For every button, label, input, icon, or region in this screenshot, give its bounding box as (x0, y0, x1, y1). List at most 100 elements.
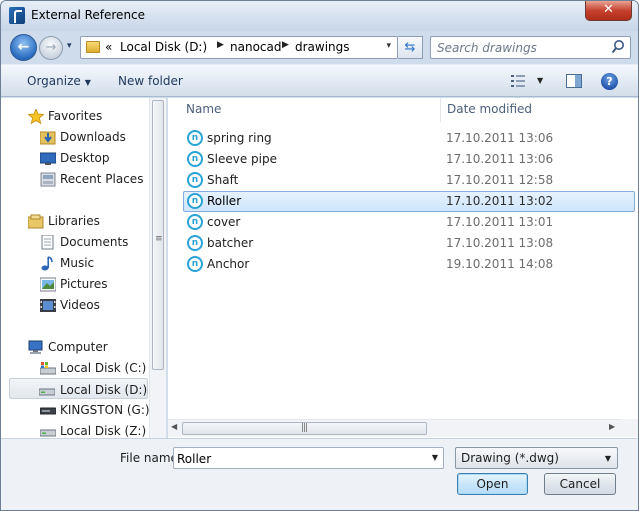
sidebar-item-videos[interactable]: Videos (40, 295, 145, 316)
chevron-down-icon: ▼ (604, 454, 611, 463)
view-details-icon[interactable] (511, 75, 525, 87)
file-date: 17.10.2011 13:06 (446, 131, 554, 145)
file-name: Sleeve pipe (207, 152, 277, 166)
sidebar-item-local-disk-d[interactable]: Local Disk (D:) (9, 378, 148, 399)
sidebar-item-label: Music (60, 256, 95, 270)
sidebar-item-pictures[interactable]: Pictures (40, 274, 145, 295)
file-row-selected[interactable]: n Roller 17.10.2011 13:02 (183, 191, 635, 212)
close-button[interactable]: ✕ (585, 1, 632, 21)
address-bar[interactable]: « Local Disk (D:) ▶ nanocad ▶ drawings ▾ (80, 36, 398, 59)
usb-drive-icon (40, 407, 56, 415)
star-icon (28, 109, 44, 124)
organize-label: Organize (27, 74, 81, 88)
file-name: Anchor (207, 257, 250, 271)
forward-button[interactable]: → (39, 36, 63, 60)
external-reference-dialog: External Reference ✕ ← → ▾ « Local Disk … (0, 0, 639, 511)
sidebar-item-label: Pictures (60, 277, 108, 291)
file-row[interactable]: n cover 17.10.2011 13:01 (183, 212, 635, 233)
scroll-grip-icon: ≡ (155, 234, 163, 244)
window-title: External Reference (31, 8, 146, 22)
address-segment-local-disk[interactable]: Local Disk (D:) (120, 40, 207, 54)
file-type-value: Drawing (*.dwg) (461, 451, 559, 465)
file-date: 17.10.2011 13:02 (446, 194, 554, 208)
address-segment-drawings[interactable]: drawings (295, 40, 350, 54)
sidebar-computer[interactable]: Computer (28, 337, 143, 358)
scroll-right-arrow-icon[interactable]: ▶ (609, 422, 615, 431)
sidebar-group-label: Favorites (48, 109, 103, 123)
command-toolbar: Organize ▼ New folder ▼ ? (1, 64, 638, 97)
new-folder-button[interactable]: New folder (118, 74, 183, 88)
sidebar-scrollbar[interactable]: ≡ (149, 98, 166, 438)
sidebar-item-label: Recent Places (60, 172, 144, 186)
nanocad-file-icon: n (187, 151, 203, 167)
file-date: 17.10.2011 12:58 (446, 173, 554, 187)
file-row[interactable]: n Shaft 17.10.2011 12:58 (183, 170, 635, 191)
cancel-button[interactable]: Cancel (544, 473, 616, 495)
sidebar-item-kingston-g[interactable]: KINGSTON (G:) (40, 400, 150, 421)
nanocad-app-icon (9, 7, 25, 24)
recent-places-icon (40, 172, 56, 187)
sidebar-item-label: Videos (60, 298, 100, 312)
organize-button[interactable]: Organize ▼ (27, 74, 91, 88)
help-icon[interactable]: ? (601, 73, 618, 90)
file-row[interactable]: n batcher 17.10.2011 13:08 (183, 233, 635, 254)
breadcrumb-arrow-icon[interactable]: ▶ (217, 40, 224, 50)
folder-icon (86, 41, 100, 53)
sidebar-item-music[interactable]: Music (40, 253, 145, 274)
sidebar-item-documents[interactable]: Documents (40, 232, 145, 253)
file-date: 17.10.2011 13:06 (446, 152, 554, 166)
file-type-select[interactable]: Drawing (*.dwg) ▼ (455, 447, 618, 469)
preview-pane-icon[interactable] (566, 74, 582, 88)
sidebar-libraries[interactable]: Libraries (28, 211, 143, 232)
column-header-name[interactable]: Name (186, 102, 221, 126)
address-overflow-chevron[interactable]: « (105, 40, 112, 54)
nanocad-file-icon: n (187, 214, 203, 230)
sidebar-item-label: Local Disk (Z:) (60, 424, 147, 438)
pictures-icon (40, 277, 56, 292)
back-button[interactable]: ← (10, 34, 37, 61)
navigation-pane: Favorites Downloads Desktop Recent Place… (1, 98, 167, 438)
chevron-down-icon[interactable]: ▼ (432, 453, 438, 462)
downloads-folder-icon (40, 131, 56, 145)
dialog-footer: File name: ▼ Drawing (*.dwg) ▼ Open Canc… (1, 438, 638, 510)
sidebar-item-recent-places[interactable]: Recent Places (40, 169, 145, 190)
file-list-horizontal-scrollbar[interactable]: ◀ ||| ▶ (168, 419, 621, 437)
scroll-grip-icon: ||| (301, 423, 308, 433)
file-row[interactable]: n Anchor 19.10.2011 14:08 (183, 254, 635, 275)
nanocad-file-icon: n (187, 256, 203, 272)
address-segment-nanocad[interactable]: nanocad (230, 40, 281, 54)
sidebar-favorites[interactable]: Favorites (28, 106, 143, 127)
search-input[interactable] (437, 40, 607, 55)
scrollbar-corner (621, 419, 638, 437)
search-box[interactable] (430, 36, 631, 59)
file-row[interactable]: n Sleeve pipe 17.10.2011 13:06 (183, 149, 635, 170)
sidebar-item-local-disk-c[interactable]: Local Disk (C:) (40, 358, 147, 379)
refresh-button[interactable]: ⇆ (398, 36, 423, 59)
nanocad-file-icon: n (187, 235, 203, 251)
column-divider[interactable] (440, 98, 441, 122)
nanocad-file-icon: n (187, 172, 203, 188)
file-name-input[interactable] (177, 451, 417, 466)
drive-icon (39, 388, 55, 396)
sidebar-group-label: Libraries (48, 214, 100, 228)
search-icon[interactable] (611, 39, 625, 55)
file-name-combobox[interactable]: ▼ (173, 447, 444, 469)
column-header-date-modified[interactable]: Date modified (447, 102, 532, 126)
sidebar-item-label: Local Disk (C:) (60, 361, 147, 375)
sidebar-item-label: Local Disk (D:) (60, 383, 148, 397)
breadcrumb-arrow-icon[interactable]: ▶ (282, 40, 289, 50)
chevron-down-icon: ▼ (84, 78, 91, 87)
view-options-dropdown[interactable]: ▼ (537, 76, 543, 85)
recent-pages-dropdown[interactable]: ▾ (67, 41, 72, 51)
sidebar-item-label: Documents (60, 235, 129, 249)
open-button[interactable]: Open (457, 473, 528, 495)
file-name: Shaft (207, 173, 239, 187)
address-dropdown-icon[interactable]: ▾ (386, 41, 391, 51)
computer-icon (28, 340, 43, 354)
file-row[interactable]: n spring ring 17.10.2011 13:06 (183, 128, 635, 149)
sidebar-item-downloads[interactable]: Downloads (40, 127, 145, 148)
file-name: batcher (207, 236, 254, 250)
horizontal-scrollbar-thumb[interactable]: ||| (182, 422, 427, 435)
scroll-left-arrow-icon[interactable]: ◀ (171, 422, 177, 431)
sidebar-item-desktop[interactable]: Desktop (40, 148, 145, 169)
